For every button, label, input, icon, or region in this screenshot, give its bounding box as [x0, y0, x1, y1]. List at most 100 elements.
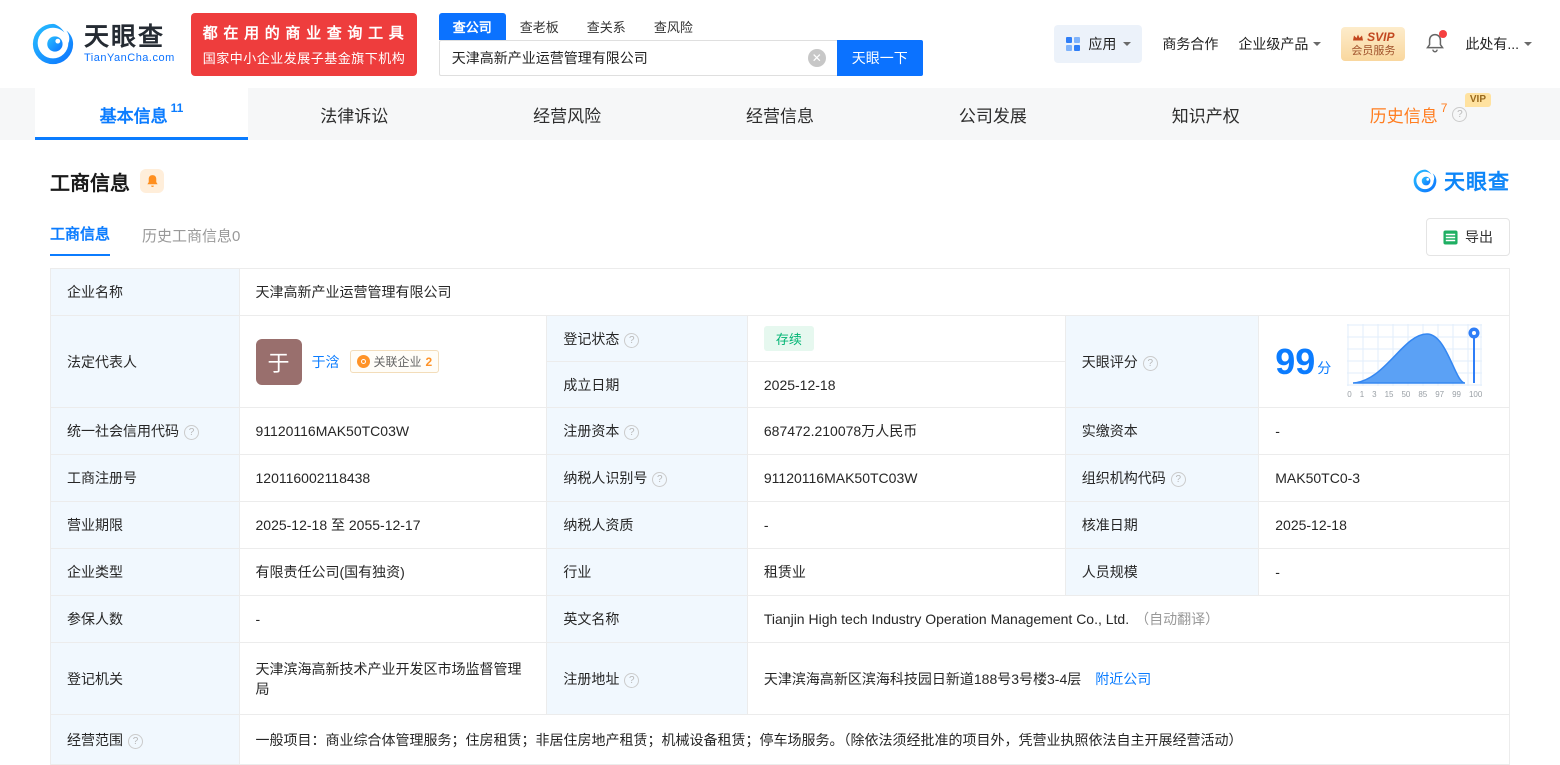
- value-insured-count: -: [238, 595, 548, 643]
- tab-history-info[interactable]: VIP 历史信息 7 ?: [1312, 88, 1525, 140]
- label-text: 统一社会信用代码: [67, 423, 179, 439]
- svip-bottom-label: 会员服务: [1351, 44, 1396, 57]
- value-credit-code: 91120116MAK50TC03W: [238, 407, 548, 455]
- menu-enterprise-products[interactable]: 企业级产品: [1238, 34, 1322, 54]
- address-text: 天津滨海高新区滨海科技园日新道188号3号楼3-4层: [763, 670, 1082, 687]
- legal-rep-avatar[interactable]: 于: [255, 338, 302, 385]
- search-tab-company[interactable]: 查公司: [438, 12, 506, 40]
- logo-text: 天眼查 TianYanCha.com: [84, 24, 175, 64]
- tab-basic-info[interactable]: 基本信息 11: [35, 88, 248, 140]
- announcement-bell[interactable]: [140, 169, 164, 193]
- help-icon[interactable]: ?: [1170, 472, 1186, 487]
- chevron-down-icon: [1123, 42, 1132, 50]
- label-company-type: 企业类型: [50, 548, 240, 596]
- tab-business-info[interactable]: 经营信息: [674, 88, 887, 140]
- help-icon[interactable]: ?: [1452, 106, 1468, 122]
- menu-cooperation[interactable]: 商务合作: [1162, 34, 1218, 54]
- tab-company-development[interactable]: 公司发展: [886, 88, 1099, 140]
- tianyancha-watermark-icon: [1413, 169, 1437, 193]
- subtab-history-business-info[interactable]: 历史工商信息0: [142, 225, 240, 256]
- search-box: ✕ 天眼一下: [438, 39, 923, 76]
- search-tab-risk[interactable]: 查风险: [640, 13, 707, 40]
- label-business-scope: 经营范围?: [50, 714, 240, 765]
- status-badge: 存续: [763, 326, 814, 351]
- value-english-name: Tianjin High tech Industry Operation Man…: [746, 595, 1511, 643]
- watermark-text: 天眼查: [1444, 171, 1510, 194]
- related-count: 2: [425, 354, 433, 369]
- value-company-name: 天津高新产业运营管理有限公司: [238, 268, 1510, 316]
- table-row: 企业名称 天津高新产业运营管理有限公司: [50, 268, 1510, 316]
- announcement-bell-icon: [146, 175, 158, 187]
- notification-bell[interactable]: [1425, 29, 1448, 57]
- top-bar: 天眼查 TianYanCha.com 都在用的商业查询工具 国家中小企业发展子基…: [0, 0, 1560, 88]
- svip-badge[interactable]: SVIP 会员服务: [1341, 26, 1406, 62]
- clear-search-icon[interactable]: ✕: [807, 48, 826, 67]
- chevron-down-icon: [1524, 42, 1532, 50]
- help-icon[interactable]: ?: [624, 425, 640, 440]
- value-taxpayer-quality: -: [746, 501, 1066, 549]
- tab-operational-risk[interactable]: 经营风险: [461, 88, 674, 140]
- export-button[interactable]: 导出: [1426, 218, 1510, 256]
- help-icon[interactable]: ?: [652, 472, 668, 487]
- search-tab-boss[interactable]: 查老板: [506, 13, 573, 40]
- score-axis: 0 1 3 15 50 85 97 99 100: [1347, 390, 1483, 399]
- label-paid-capital: 实缴资本: [1064, 407, 1260, 455]
- search-button[interactable]: 天眼一下: [836, 39, 923, 76]
- value-legal-rep: 于 于浛 关联企业 2: [238, 315, 548, 408]
- table-row: 登记机关 天津滨海高新技术产业开发区市场监督管理局 注册地址? 天津滨海高新区滨…: [50, 642, 1511, 715]
- value-business-scope: 一般项目：商业综合体管理服务；住房租赁；非居住房地产租赁；机械设备租赁；停车场服…: [238, 714, 1510, 765]
- table-row: 企业类型 有限责任公司(国有独资) 行业 租赁业 人员规模 -: [50, 548, 1510, 596]
- label-reg-number: 工商注册号: [50, 454, 240, 502]
- label-staff-size: 人员规模: [1064, 548, 1260, 596]
- label-business-term: 营业期限: [50, 501, 240, 549]
- tab-count: 7: [1440, 101, 1448, 115]
- help-icon[interactable]: ?: [624, 672, 640, 688]
- tianyancha-watermark: 天眼查: [1412, 166, 1510, 196]
- label-establish-date: 成立日期: [546, 361, 748, 408]
- help-icon[interactable]: ?: [1142, 355, 1158, 371]
- tab-label: 历史信息: [1369, 106, 1438, 126]
- help-icon[interactable]: ?: [128, 733, 143, 749]
- tab-label: 经营风险: [533, 106, 602, 126]
- value-business-term: 2025-12-18 至 2055-12-17: [238, 501, 548, 549]
- tab-count: 11: [170, 101, 184, 115]
- business-info-table: 企业名称 天津高新产业运营管理有限公司 法定代表人 于 于浛 关联企业 2 登记…: [50, 268, 1511, 765]
- search-tab-relation[interactable]: 查关系: [573, 13, 640, 40]
- label-text: 组织机构代码: [1081, 470, 1166, 486]
- cooperation-label: 商务合作: [1162, 36, 1219, 52]
- label-taxpayer-quality: 纳税人资质: [546, 501, 748, 549]
- subtab-count: 0: [232, 228, 241, 245]
- subtab-business-info[interactable]: 工商信息: [50, 223, 111, 256]
- section-title: 工商信息: [50, 172, 130, 195]
- crown-icon: [1353, 34, 1364, 41]
- label-org-code: 组织机构代码?: [1064, 454, 1260, 502]
- tab-label: 经营信息: [746, 106, 814, 126]
- logo-domain: TianYanCha.com: [84, 51, 175, 64]
- value-reg-status: 存续: [746, 315, 1066, 362]
- label-text: 经营范围: [67, 731, 123, 748]
- slogan-line1: 都在用的商业查询工具: [202, 24, 405, 42]
- label-legal-rep: 法定代表人: [50, 315, 240, 408]
- label-reg-address: 注册地址?: [546, 642, 748, 715]
- nearby-companies-link[interactable]: 附近公司: [1095, 671, 1151, 687]
- table-row: 统一社会信用代码? 91120116MAK50TC03W 注册资本? 68747…: [50, 407, 1510, 455]
- slogan-box: 都在用的商业查询工具 国家中小企业发展子基金旗下机构: [190, 12, 417, 76]
- help-icon[interactable]: ?: [624, 332, 640, 348]
- help-icon[interactable]: ?: [184, 425, 199, 440]
- related-company-badge[interactable]: 关联企业 2: [349, 350, 440, 373]
- apps-menu[interactable]: 应用: [1054, 25, 1143, 63]
- search-input[interactable]: [438, 39, 837, 76]
- tianyancha-logo[interactable]: 天眼查 TianYanCha.com: [30, 21, 175, 67]
- value-reg-authority: 天津滨海高新技术产业开发区市场监督管理局: [238, 642, 548, 715]
- tab-intellectual-property[interactable]: 知识产权: [1099, 88, 1312, 140]
- apps-grid-icon: [1066, 37, 1081, 51]
- legal-rep-name-link[interactable]: 于浛: [312, 352, 340, 372]
- notification-dot: [1439, 29, 1448, 38]
- tab-legal-proceedings[interactable]: 法律诉讼: [248, 88, 461, 140]
- label-industry: 行业: [546, 548, 748, 596]
- label-text: 登记状态: [563, 330, 620, 347]
- slogan-line2: 国家中小企业发展子基金旗下机构: [202, 50, 405, 66]
- auto-translate-note: （自动翻译）: [1135, 611, 1220, 627]
- company-nav-tabs: 基本信息 11 法律诉讼 经营风险 经营信息 公司发展 知识产权 VIP 历史信…: [0, 88, 1560, 140]
- user-menu[interactable]: 此处有...: [1465, 34, 1532, 54]
